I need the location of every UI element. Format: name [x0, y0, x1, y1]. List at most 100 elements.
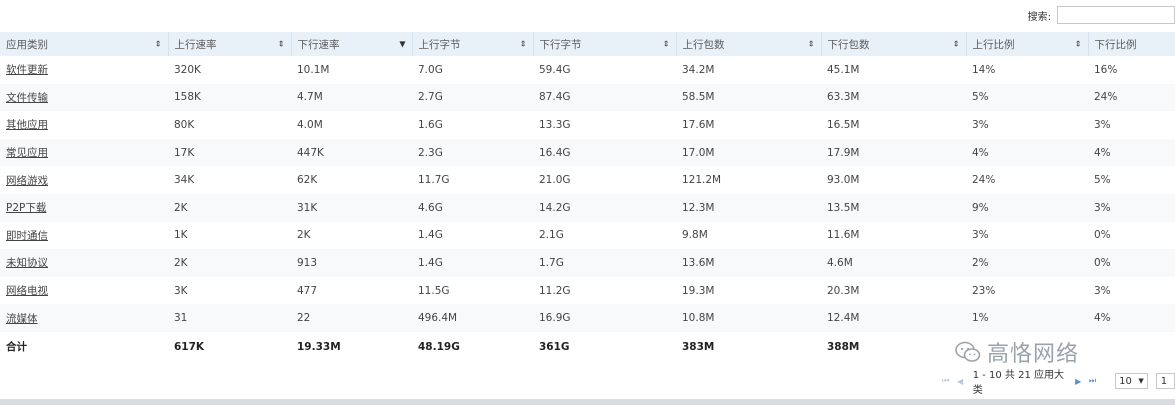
table-cell: 23% [972, 284, 996, 297]
table-cell: 4.7M [291, 83, 412, 112]
category-link[interactable]: 常见应用 [0, 138, 168, 167]
total-cell: 合计 [6, 341, 27, 354]
total-cell: 361G [539, 340, 570, 353]
table-cell: 1% [966, 304, 1088, 332]
total-cell [1088, 332, 1175, 362]
category-link[interactable]: 其他应用 [0, 111, 168, 139]
column-header[interactable]: 下行比例 [1088, 32, 1175, 56]
table-cell: 1.4G [412, 249, 533, 277]
table-cell: 477 [297, 284, 318, 297]
pager-info: 1 - 10 共 21 应用大类 [972, 370, 1065, 396]
category-link[interactable]: 网络电视 [0, 277, 168, 305]
table-cell: 2.7G [412, 83, 533, 112]
column-header-label: 下行字节 [539, 38, 582, 51]
category-link[interactable]: 网络游戏 [0, 166, 168, 194]
column-header[interactable]: 上行速率 ⇕ [168, 32, 292, 56]
table-cell: 158K [168, 83, 291, 112]
table-cell: 17K [168, 138, 291, 167]
column-header[interactable]: 应用类别 ⇕ [0, 32, 169, 56]
table-cell: 14.2G [533, 193, 676, 222]
sort-icon[interactable]: ⇕ [520, 40, 527, 49]
table-cell: 5% [966, 83, 1088, 112]
table-cell: 3% [1088, 193, 1175, 222]
table-cell: 14% [972, 63, 996, 76]
table-cell: 2.3G [412, 138, 533, 167]
table-cell: 320K [174, 63, 201, 76]
table-row: 未知协议 2K 913 1.4G 1.7G 13.6M 4.6M 2% 0% [0, 249, 1175, 277]
page-size-select[interactable]: 10 ▼ [1115, 373, 1148, 389]
table-cell: 1.4G [418, 229, 443, 242]
sort-icon[interactable]: ⇕ [1075, 40, 1082, 49]
column-header[interactable]: 下行字节 ⇕ [533, 32, 677, 56]
category-link[interactable]: P2P下载 [0, 193, 168, 222]
table-cell: 1.6G [418, 118, 443, 131]
table-row: 软件更新 320K 10.1M 7.0G 59.4G 34.2M 45.1M 14% 16% [0, 56, 1175, 84]
table-cell: 2K [168, 193, 291, 222]
table-cell: 10.8M [676, 304, 821, 332]
table-cell: 9% [966, 193, 1088, 222]
wechat-icon [955, 341, 981, 362]
prev-page-icon[interactable]: ◀ [954, 375, 965, 387]
table-cell: 2K [297, 229, 311, 242]
table-cell: 4% [1088, 138, 1175, 167]
table-row: 流媒体 31 22 496.4M 16.9G 10.8M 12.4M 1% 4% [0, 304, 1175, 332]
category-link[interactable]: 文件传输 [0, 83, 168, 112]
next-page-icon[interactable]: ▶ [1072, 375, 1083, 387]
sort-icon[interactable]: ⇕ [663, 40, 670, 49]
table-cell: 31 [168, 304, 291, 332]
column-header[interactable]: 上行包数 ⇕ [676, 32, 822, 56]
table-cell: 4.6M [821, 249, 966, 277]
first-page-icon[interactable]: ⏮ [940, 375, 951, 387]
table-cell: 16% [1094, 63, 1118, 76]
table-cell: 496.4M [412, 304, 533, 332]
table-cell: 7.0G [418, 63, 443, 76]
table-cell: 21.0G [539, 174, 571, 187]
column-header[interactable]: 上行字节 ⇕ [412, 32, 534, 56]
watermark-text: 高恪网络 [987, 342, 1080, 367]
column-header[interactable]: 上行比例 ⇕ [966, 32, 1089, 56]
category-link[interactable]: 即时通信 [0, 222, 168, 250]
sort-icon[interactable]: ⇕ [953, 40, 960, 49]
table-body: 软件更新 320K 10.1M 7.0G 59.4G 34.2M 45.1M 14% 16% 文件… [0, 56, 1175, 362]
column-header[interactable]: 下行包数 ⇕ [821, 32, 967, 56]
table-cell: 20.3M [827, 284, 860, 297]
app-traffic-table: 应用类别 ⇕ 上行速率 ⇕ 下行速率 ▼ 上行字节 ⇕ 下行字节 ⇕ 上行包数 ⇕ 下行包数 ⇕ 上行比例 ⇕… [0, 32, 1175, 362]
column-header-label: 下行包数 [827, 38, 870, 51]
sort-icon[interactable]: ▼ [399, 40, 405, 49]
sort-icon[interactable]: ⇕ [155, 40, 162, 49]
table-cell: 121.2M [682, 174, 722, 187]
table-cell: 87.4G [533, 83, 676, 112]
table-cell: 13.6M [676, 249, 821, 277]
table-cell: 4.6G [412, 193, 533, 222]
category-link[interactable]: 未知协议 [0, 249, 168, 277]
table-cell: 11.6M [827, 229, 860, 242]
table-cell: 19.3M [682, 284, 715, 297]
column-header-label: 应用类别 [6, 38, 48, 51]
column-header[interactable]: 下行速率 ▼ [291, 32, 413, 56]
total-cell: 388M [827, 340, 860, 353]
search-input[interactable] [1057, 6, 1175, 24]
category-link[interactable]: 流媒体 [0, 304, 168, 332]
category-link[interactable]: 软件更新 [0, 56, 168, 84]
column-header-label: 下行比例 [1094, 38, 1137, 51]
table-cell: 24% [1088, 83, 1175, 112]
sort-icon[interactable]: ⇕ [808, 40, 815, 49]
page-number-input[interactable]: 1 [1155, 373, 1175, 389]
last-page-icon[interactable]: ⏭ [1087, 375, 1098, 387]
table-cell: 13.3G [539, 118, 571, 131]
table-cell: 0% [1088, 249, 1175, 277]
table-cell: 12.4M [821, 304, 966, 332]
sort-icon[interactable]: ⇕ [278, 40, 285, 49]
table-cell: 80K [174, 118, 195, 131]
table-row: 网络游戏 34K 62K 11.7G 21.0G 121.2M 93.0M 24% 5% [0, 166, 1175, 194]
horizontal-scrollbar[interactable] [0, 399, 1175, 405]
table-cell: 2.1G [539, 229, 564, 242]
table-cell: 913 [291, 249, 412, 277]
column-header-label: 上行包数 [682, 38, 725, 51]
table-cell: 9.8M [682, 229, 708, 242]
table-cell: 11.7G [418, 174, 450, 187]
page-size-value: 10 [1119, 375, 1132, 387]
table-cell: 62K [297, 174, 318, 187]
total-cell: 48.19G [418, 340, 460, 353]
table-row: 网络电视 3K 477 11.5G 11.2G 19.3M 20.3M 23% 3% [0, 277, 1175, 305]
